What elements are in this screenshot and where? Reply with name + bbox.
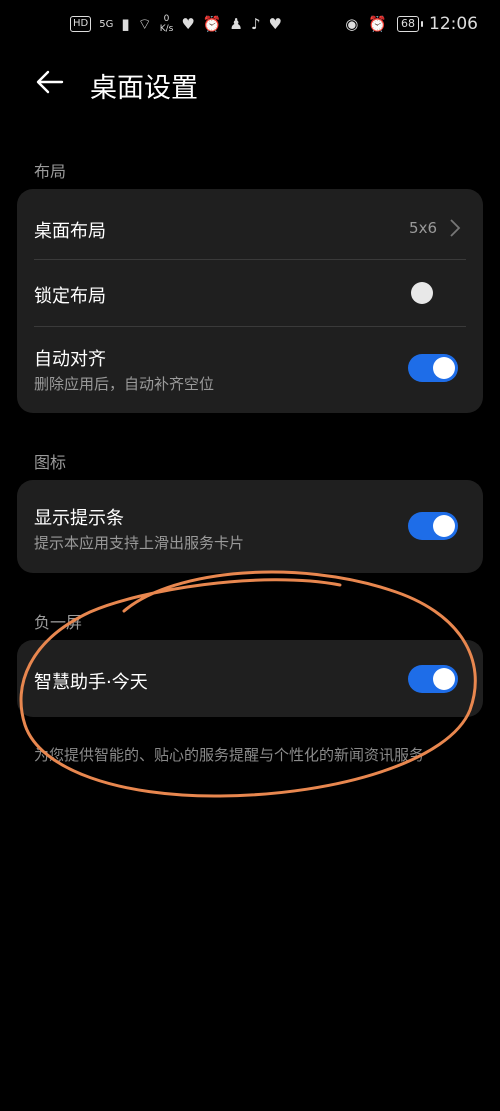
show-hint-bar-subtitle: 提示本应用支持上滑出服务卡片 [34, 534, 245, 552]
section-label-minus-one: 负一屏 [34, 613, 83, 632]
alarm-icon: ⏰ [368, 15, 387, 33]
music-icon: ♪ [250, 15, 261, 33]
lock-layout-title: 锁定布局 [34, 286, 106, 307]
show-hint-bar-title: 显示提示条 [34, 508, 124, 529]
back-arrow-icon[interactable] [34, 66, 66, 98]
section-label-icons: 图标 [34, 453, 67, 472]
battery-icon: 68 [397, 16, 423, 32]
status-bar: HD 5G ▮ ⌔ 0 K/s ♥ ⏰ ♟ ♪ ♥ ◉ ⏰ 68 12:06 [0, 0, 500, 56]
desktop-layout-row[interactable]: 桌面布局 5x6 [17, 189, 483, 259]
assistant-title: 智慧助手·今天 [34, 672, 148, 693]
icons-card: 显示提示条 提示本应用支持上滑出服务卡片 [17, 480, 483, 573]
assistant-toggle[interactable] [408, 665, 458, 693]
show-hint-bar-toggle[interactable] [408, 512, 458, 540]
eye-icon: ◉ [345, 15, 359, 33]
auto-align-row[interactable]: 自动对齐 删除应用后，自动补齐空位 [17, 327, 483, 413]
show-hint-bar-row[interactable]: 显示提示条 提示本应用支持上滑出服务卡片 [17, 480, 483, 573]
desktop-layout-title: 桌面布局 [34, 221, 106, 242]
minus-one-card: 智慧助手·今天 [17, 640, 483, 717]
layout-card: 桌面布局 5x6 锁定布局 自动对齐 删除应用后，自动补齐空位 [17, 189, 483, 413]
heart-icon: ♥ [268, 15, 282, 33]
signal-bars-icon: ▮ [121, 15, 130, 33]
assistant-row[interactable]: 智慧助手·今天 [17, 640, 483, 717]
lock-layout-row[interactable]: 锁定布局 [17, 260, 483, 326]
desktop-layout-value: 5x6 [409, 219, 437, 237]
heart-icon: ♥ [181, 15, 195, 33]
qq-icon: ♟ [229, 15, 243, 33]
auto-align-toggle[interactable] [408, 354, 458, 382]
header: 桌面设置 [0, 60, 500, 110]
clock: 12:06 [429, 14, 478, 34]
wifi-icon: ⌔ [137, 15, 152, 33]
page-title: 桌面设置 [90, 73, 198, 104]
auto-align-title: 自动对齐 [34, 349, 106, 370]
chevron-right-icon [450, 219, 461, 237]
lock-layout-switch[interactable] [411, 282, 433, 304]
hd-badge: HD [70, 16, 92, 32]
section-label-layout: 布局 [34, 162, 67, 181]
network-speed: 0 K/s [159, 14, 174, 34]
minus-one-description: 为您提供智能的、贴心的服务提醒与个性化的新闻资讯服务 [34, 746, 425, 764]
alarm-icon: ⏰ [202, 15, 222, 33]
auto-align-subtitle: 删除应用后，自动补齐空位 [34, 375, 215, 393]
signal-label: 5G [99, 18, 114, 30]
